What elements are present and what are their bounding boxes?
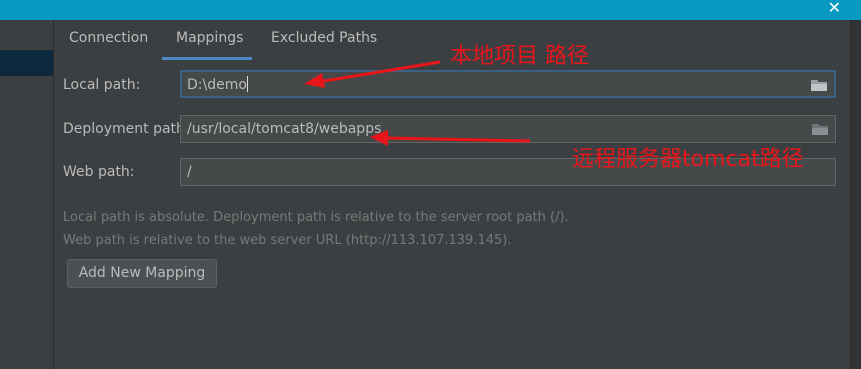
arrow-to-local-path [304, 60, 441, 88]
annotation-arrows [304, 60, 531, 146]
arrow-to-deployment-path [370, 130, 531, 146]
